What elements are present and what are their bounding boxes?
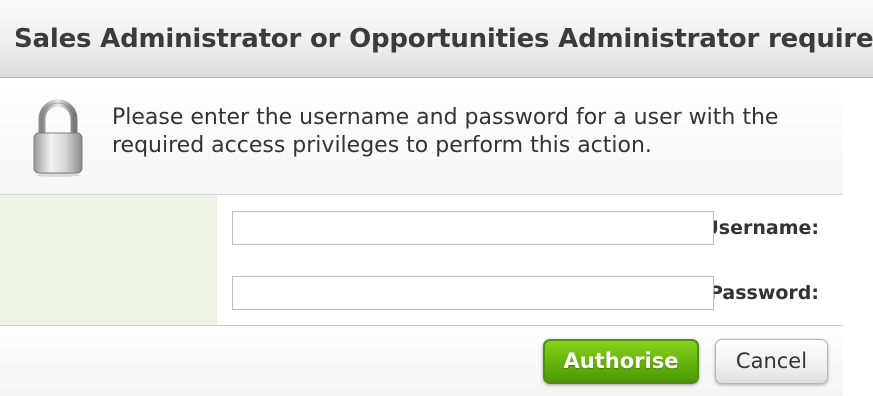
username-input[interactable] <box>232 211 714 245</box>
credentials-form: Username: Password: <box>0 195 843 326</box>
dialog-title-bar: Sales Administrator or Opportunities Adm… <box>0 0 873 78</box>
label-column <box>0 195 217 325</box>
authorisation-dialog: Sales Administrator or Opportunities Adm… <box>0 0 873 396</box>
instruction-message: Please enter the username and password f… <box>112 105 779 158</box>
button-bar: Authorise Cancel <box>0 326 843 396</box>
password-input[interactable] <box>232 276 714 310</box>
dialog-edge <box>843 78 873 396</box>
dialog-title: Sales Administrator or Opportunities Adm… <box>14 24 873 54</box>
message-area: Please enter the username and password f… <box>0 79 843 195</box>
cancel-button[interactable]: Cancel <box>715 339 828 384</box>
padlock-icon <box>33 99 83 177</box>
authorise-button[interactable]: Authorise <box>543 339 699 384</box>
